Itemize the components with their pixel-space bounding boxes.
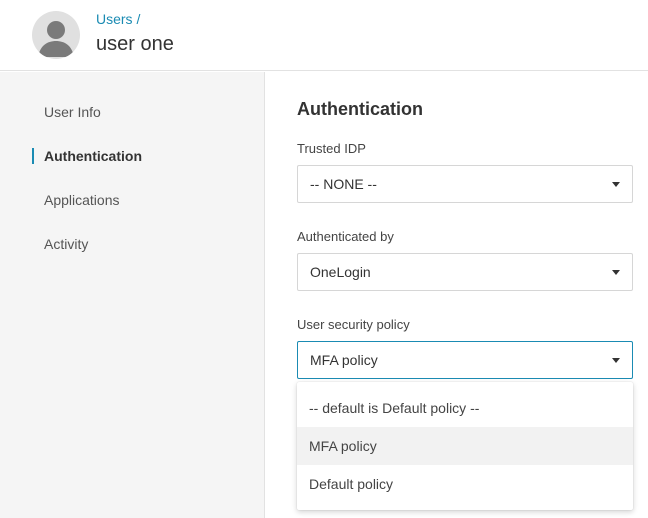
option-mfa-policy[interactable]: MFA policy bbox=[297, 427, 633, 465]
security-policy-dropdown: -- default is Default policy -- MFA poli… bbox=[297, 382, 633, 510]
authenticated-by-value: OneLogin bbox=[310, 264, 371, 280]
sidebar-item-applications[interactable]: Applications bbox=[44, 192, 120, 208]
chevron-down-icon bbox=[612, 270, 620, 275]
sidebar-item-user-info[interactable]: User Info bbox=[44, 104, 101, 120]
sidebar-item-authentication[interactable]: Authentication bbox=[44, 148, 142, 164]
chevron-down-icon bbox=[612, 358, 620, 363]
section-title: Authentication bbox=[297, 99, 423, 119]
page-title: user one bbox=[96, 33, 174, 55]
chevron-down-icon bbox=[612, 182, 620, 187]
user-avatar-icon bbox=[32, 11, 80, 59]
authenticated-by-label: Authenticated by bbox=[297, 229, 394, 244]
option-default-policy[interactable]: Default policy bbox=[297, 465, 633, 503]
page-header: Users / user one bbox=[0, 0, 648, 71]
authenticated-by-select[interactable]: OneLogin bbox=[297, 253, 633, 291]
security-policy-value: MFA policy bbox=[310, 352, 378, 368]
trusted-idp-label: Trusted IDP bbox=[297, 141, 366, 156]
security-policy-label: User security policy bbox=[297, 317, 410, 332]
sidebar bbox=[0, 72, 265, 518]
breadcrumb-users[interactable]: Users / bbox=[96, 11, 140, 27]
trusted-idp-select[interactable]: -- NONE -- bbox=[297, 165, 633, 203]
security-policy-select[interactable]: MFA policy bbox=[297, 341, 633, 379]
active-nav-indicator bbox=[32, 148, 34, 164]
sidebar-item-activity[interactable]: Activity bbox=[44, 236, 88, 252]
option-default-placeholder[interactable]: -- default is Default policy -- bbox=[297, 389, 633, 427]
trusted-idp-value: -- NONE -- bbox=[310, 176, 377, 192]
